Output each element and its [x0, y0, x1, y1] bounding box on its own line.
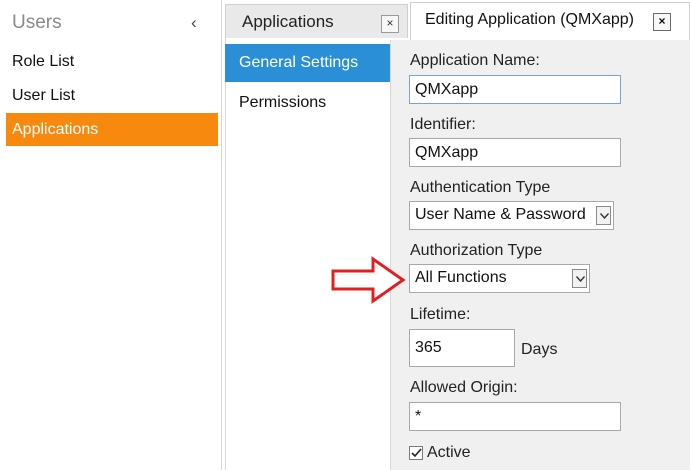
application-name-label: Application Name:: [410, 52, 540, 69]
active-label: Active: [427, 444, 471, 461]
chevron-down-icon[interactable]: [572, 269, 587, 288]
red-outline-arrow-icon: [331, 256, 406, 304]
chevron-down-icon[interactable]: [596, 206, 611, 225]
sidebar-item-applications[interactable]: Applications: [6, 113, 218, 146]
identifier-label: Identifier:: [410, 116, 476, 133]
lifetime-input[interactable]: [409, 329, 515, 367]
nav-general-settings[interactable]: General Settings: [225, 44, 393, 82]
tab-applications[interactable]: Applications ×: [225, 4, 408, 38]
nav-permissions[interactable]: Permissions: [239, 94, 326, 112]
sidebar-item-user-list[interactable]: User List: [6, 79, 218, 112]
allowed-origin-label: Allowed Origin:: [410, 379, 518, 396]
close-tab-editing-button[interactable]: ×: [653, 13, 671, 31]
active-checkbox[interactable]: [409, 446, 423, 460]
users-panel: Users ‹ Role List User List Applications: [0, 0, 222, 470]
identifier-input[interactable]: [409, 138, 621, 167]
users-panel-title: Users: [12, 12, 62, 33]
lifetime-unit-label: Days: [521, 341, 558, 358]
applications-panel: Applications × General Settings Permissi…: [222, 0, 408, 470]
collapse-panel-icon[interactable]: ‹: [191, 13, 197, 33]
authentication-type-label: Authentication Type: [410, 179, 551, 196]
tab-editing-application-label: Editing Application (QMXapp): [425, 11, 634, 28]
editor-panel: Editing Application (QMXapp) ×: [390, 0, 690, 470]
authentication-type-value: User Name & Password: [415, 206, 586, 223]
authentication-type-select[interactable]: User Name & Password: [409, 201, 614, 230]
users-panel-header: Users ‹: [0, 0, 222, 46]
application-name-input[interactable]: [409, 75, 621, 104]
lifetime-label: Lifetime:: [410, 306, 471, 323]
authorization-type-select[interactable]: All Functions: [409, 264, 590, 293]
authorization-type-label: Authorization Type: [410, 242, 543, 259]
authorization-type-value: All Functions: [415, 269, 507, 286]
tab-editing-application[interactable]: Editing Application (QMXapp) ×: [410, 2, 690, 40]
allowed-origin-input[interactable]: [409, 402, 621, 431]
tab-applications-label: Applications: [242, 12, 334, 31]
sidebar-item-role-list[interactable]: Role List: [6, 45, 218, 78]
